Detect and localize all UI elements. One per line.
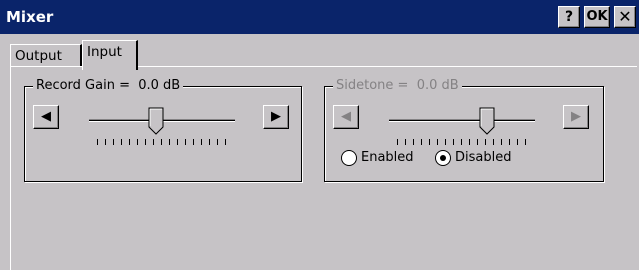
help-button[interactable]: ? [558, 6, 580, 28]
close-button[interactable]: ✕ [614, 6, 636, 28]
sidetone-group: Sidetone = 0.0 dB ◀ ▶ Enabled Disabled [324, 78, 604, 182]
title-bar[interactable]: Mixer ? OK ✕ [0, 0, 639, 34]
record-gain-decrease-button[interactable]: ◀ [33, 105, 59, 129]
disabled-label: Disabled [455, 150, 512, 165]
enabled-label: Enabled [361, 150, 414, 165]
radio-circle-icon [435, 149, 451, 166]
right-arrow-icon: ▶ [571, 109, 581, 124]
sidetone-enabled-radio[interactable]: Enabled [341, 149, 414, 167]
sidetone-slider-thumb[interactable] [479, 107, 495, 135]
record-gain-group: Record Gain = 0.0 dB ◀ ▶ [24, 78, 302, 182]
ok-button[interactable]: OK [584, 6, 610, 28]
tab-input[interactable]: Input [82, 40, 138, 70]
right-arrow-icon: ▶ [271, 109, 281, 124]
sidetone-disabled-radio[interactable]: Disabled [435, 149, 511, 167]
record-gain-value: 0.0 dB [138, 78, 181, 93]
record-gain-slider-thumb[interactable] [148, 107, 164, 135]
record-gain-increase-button[interactable]: ▶ [263, 105, 289, 129]
left-arrow-icon: ◀ [41, 109, 51, 124]
mixer-window: Mixer ? OK ✕ Output Input Record Gain = … [0, 0, 639, 270]
sidetone-decrease-button[interactable]: ◀ [333, 105, 359, 129]
sidetone-value: 0.0 dB [416, 78, 459, 93]
window-title: Mixer [6, 8, 54, 26]
record-gain-ticks [97, 139, 227, 145]
sidetone-header: Sidetone = 0.0 dB [333, 78, 462, 94]
sidetone-increase-button[interactable]: ▶ [563, 105, 589, 129]
record-gain-header: Record Gain = 0.0 dB [33, 78, 184, 94]
tab-output[interactable]: Output [10, 44, 82, 68]
record-gain-label: Record Gain = [36, 78, 130, 93]
radio-circle-icon [341, 149, 357, 166]
sidetone-slider-track[interactable] [389, 119, 535, 122]
sidetone-label: Sidetone = [336, 78, 409, 93]
sidetone-ticks [397, 139, 527, 145]
left-arrow-icon: ◀ [341, 109, 351, 124]
